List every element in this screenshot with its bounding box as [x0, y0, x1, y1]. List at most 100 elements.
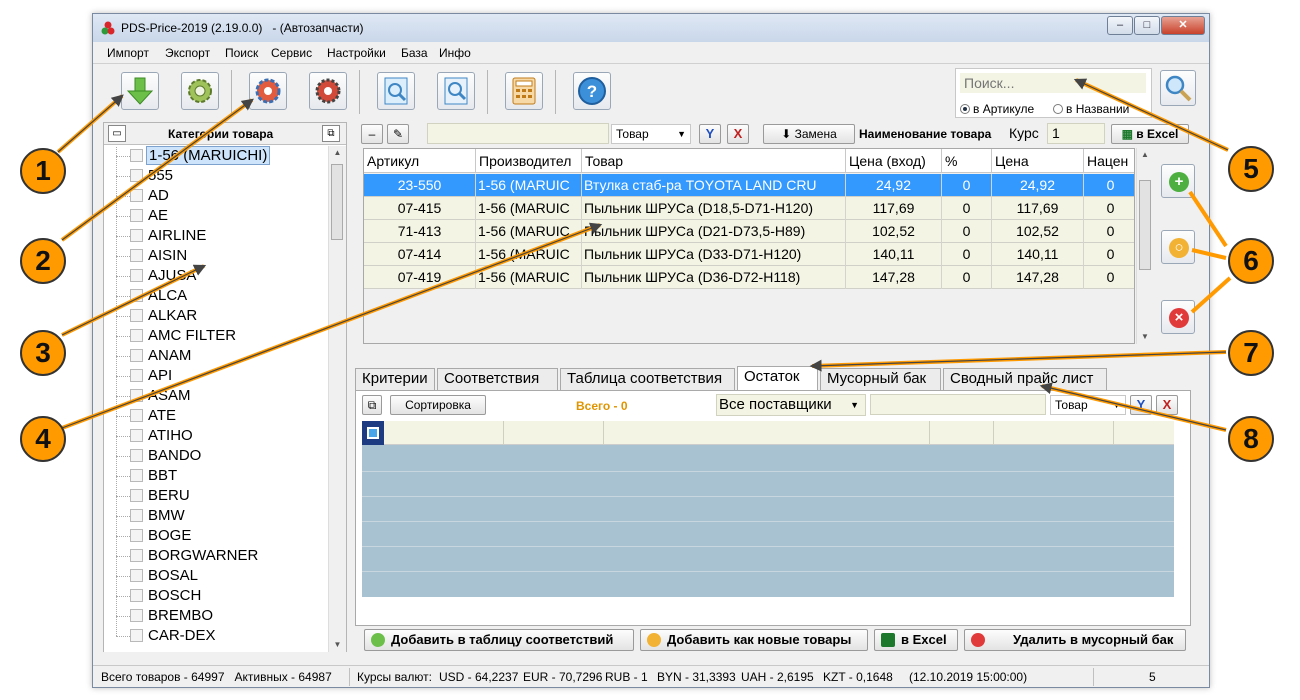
category-item[interactable]: BORGWARNER [112, 536, 326, 566]
close-button[interactable]: ✕ [1161, 16, 1205, 35]
tab-stock[interactable]: Остаток [737, 366, 818, 391]
import-button[interactable] [121, 72, 159, 110]
search-button[interactable] [1160, 70, 1196, 106]
goods-row[interactable]: 23-550 1-56 (MARUIC Втулка стаб-ра TOYOTA … [364, 174, 1134, 197]
add-button[interactable]: + [1161, 164, 1195, 198]
category-item[interactable]: BREMBO [112, 596, 326, 626]
stock-column-header[interactable] [994, 421, 1114, 445]
goods-scrollbar[interactable]: ▲ ▼ [1136, 148, 1153, 344]
scroll-thumb[interactable] [331, 164, 343, 240]
minimize-button[interactable]: – [1107, 16, 1133, 35]
category-item[interactable]: AJUSA [112, 256, 326, 286]
category-item[interactable]: 1-56 (MARUICHI) [112, 146, 326, 166]
category-item[interactable]: ASAM [112, 376, 326, 406]
stock-column-header[interactable] [504, 421, 604, 445]
tab-match-table[interactable]: Таблица соответствия [560, 368, 735, 390]
category-item[interactable]: ANAM [112, 336, 326, 366]
menu-info[interactable]: Инфо [439, 46, 471, 60]
scroll-up-icon[interactable]: ▲ [1137, 148, 1153, 162]
goods-filter-input[interactable] [427, 123, 609, 144]
stock-column-header[interactable] [604, 421, 930, 445]
goods-column-header[interactable]: Цена [992, 149, 1084, 173]
category-item[interactable]: AE [112, 196, 326, 226]
maximize-button[interactable]: □ [1134, 16, 1160, 35]
category-item[interactable]: BOSAL [112, 556, 326, 586]
menu-settings[interactable]: Настройки [327, 46, 386, 60]
goods-row[interactable]: 07-415 1-56 (MARUIC Пыльник ШРУСа (D18,5-D… [364, 197, 1134, 220]
rate-input[interactable]: 1 [1047, 123, 1105, 144]
stock-column-header[interactable] [384, 421, 504, 445]
tab-criteria[interactable]: Критерии [355, 368, 435, 390]
menu-search[interactable]: Поиск [225, 46, 258, 60]
category-item[interactable]: AISIN [112, 236, 326, 266]
copy-icon[interactable]: ⧉ [322, 125, 340, 142]
export-excel-button[interactable]: ▦ в Excel [1111, 124, 1189, 144]
filter-icon[interactable]: Y [699, 124, 721, 144]
category-item[interactable]: BOGE [112, 516, 326, 546]
scroll-thumb[interactable] [1139, 180, 1151, 270]
category-item[interactable]: BERU [112, 476, 326, 506]
stock-excel-button[interactable]: в Excel [874, 629, 958, 651]
scroll-down-icon[interactable]: ▼ [1137, 330, 1153, 344]
goods-column-header[interactable]: Нацен [1084, 149, 1134, 173]
edit-item-button[interactable]: ○ [1161, 230, 1195, 264]
category-item[interactable]: AD [112, 176, 326, 206]
goods-column-header[interactable]: Производител [476, 149, 582, 173]
category-item[interactable]: BANDO [112, 436, 326, 466]
print-preview-button[interactable] [437, 72, 475, 110]
settings-button[interactable] [181, 72, 219, 110]
categories-scrollbar[interactable]: ▲ ▼ [328, 146, 346, 652]
tab-matches[interactable]: Соответствия [437, 368, 558, 390]
help-button[interactable]: ? [573, 72, 611, 110]
goods-row[interactable]: 07-414 1-56 (MARUIC Пыльник ШРУСа (D33-D71… [364, 243, 1134, 266]
category-item[interactable]: BMW [112, 496, 326, 526]
category-item[interactable]: AMC FILTER [112, 316, 326, 346]
radio-search-article[interactable]: в Артикуле [960, 102, 1034, 116]
goods-column-header[interactable]: % [942, 149, 992, 173]
menu-export[interactable]: Экспорт [165, 46, 210, 60]
goods-column-header[interactable]: Цена (вход) [846, 149, 942, 173]
collapse-button[interactable]: – [361, 124, 383, 144]
calculator-button[interactable] [505, 72, 543, 110]
delete-button[interactable]: × [1161, 300, 1195, 334]
search-input[interactable] [960, 73, 1146, 93]
radio-search-name[interactable]: в Названии [1053, 102, 1129, 116]
menu-database[interactable]: База [401, 46, 428, 60]
tab-summary-price[interactable]: Сводный прайс лист [943, 368, 1107, 390]
scroll-up-icon[interactable]: ▲ [329, 146, 346, 160]
menu-service[interactable]: Сервис [271, 46, 312, 60]
stock-filter-input[interactable] [870, 394, 1046, 415]
move-to-trash-button[interactable]: Удалить в мусорный бак [964, 629, 1186, 651]
goods-column-header[interactable]: Товар [582, 149, 846, 173]
add-to-match-table-button[interactable]: Добавить в таблицу соответствий [364, 629, 634, 651]
preview-button[interactable] [377, 72, 415, 110]
category-item[interactable]: ALKAR [112, 296, 326, 326]
category-item[interactable]: ATE [112, 396, 326, 426]
goods-row[interactable]: 07-419 1-56 (MARUIC Пыльник ШРУСа (D36-D72… [364, 266, 1134, 289]
stock-column-header[interactable] [930, 421, 994, 445]
category-item[interactable]: API [112, 356, 326, 386]
copy-rows-icon[interactable]: ⧉ [362, 395, 382, 415]
category-item[interactable]: ATIHO [112, 416, 326, 446]
category-item[interactable]: 555 [112, 156, 326, 186]
options-button[interactable] [309, 72, 347, 110]
tools-button[interactable] [249, 72, 287, 110]
replace-button[interactable]: ⬇ Замена [763, 124, 855, 144]
add-as-new-button[interactable]: Добавить как новые товары [640, 629, 868, 651]
edit-button[interactable]: ✎ [387, 124, 409, 144]
category-item[interactable]: CAR-DEX [112, 616, 326, 646]
suppliers-select[interactable]: Все поставщики ▼ [716, 394, 866, 416]
book-icon[interactable]: ▭ [108, 125, 126, 142]
category-item[interactable]: AIRLINE [112, 216, 326, 246]
menu-import[interactable]: Импорт [107, 46, 149, 60]
clear-filter-icon[interactable]: X [727, 124, 749, 144]
scroll-down-icon[interactable]: ▼ [329, 638, 346, 652]
category-item[interactable]: BOSCH [112, 576, 326, 606]
category-item[interactable]: BBT [112, 456, 326, 486]
filter-icon[interactable]: Y [1130, 395, 1152, 415]
goods-column-header[interactable]: Артикул [364, 149, 476, 173]
tab-trash[interactable]: Мусорный бак [820, 368, 941, 390]
stock-field-combo[interactable]: Товар ▼ [1050, 395, 1126, 415]
sort-button[interactable]: Сортировка [390, 395, 486, 415]
category-item[interactable]: ALCA [112, 276, 326, 306]
